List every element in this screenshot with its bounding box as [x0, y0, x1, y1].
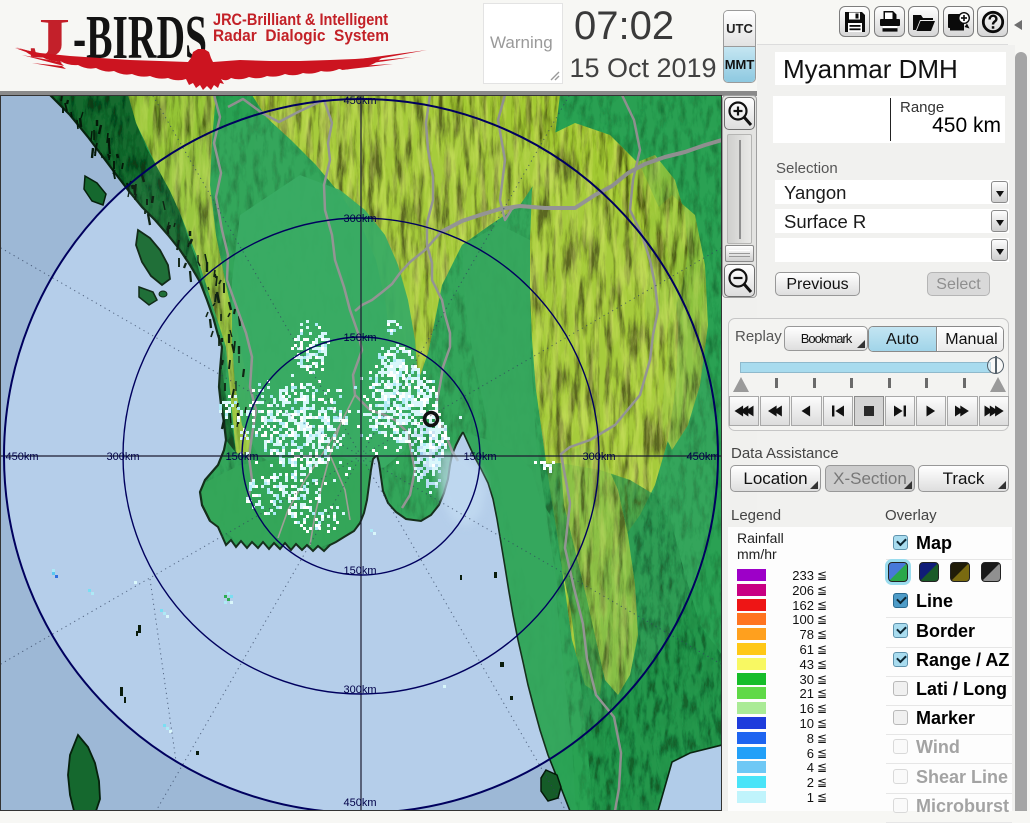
- svg-text:300km: 300km: [106, 451, 139, 463]
- svg-text:450km: 450km: [343, 797, 376, 809]
- svg-text:450km: 450km: [5, 451, 38, 463]
- svg-text:450km: 450km: [343, 95, 376, 107]
- svg-text:150km: 150km: [343, 565, 376, 577]
- svg-text:450km: 450km: [686, 451, 719, 463]
- svg-text:150km: 150km: [463, 451, 496, 463]
- svg-text:300km: 300km: [582, 451, 615, 463]
- svg-text:300km: 300km: [343, 684, 376, 696]
- svg-text:150km: 150km: [225, 451, 258, 463]
- svg-text:300km: 300km: [343, 213, 376, 225]
- svg-text:Radar Dialogic System: Radar Dialogic System: [213, 27, 389, 45]
- svg-text:150km: 150km: [343, 332, 376, 344]
